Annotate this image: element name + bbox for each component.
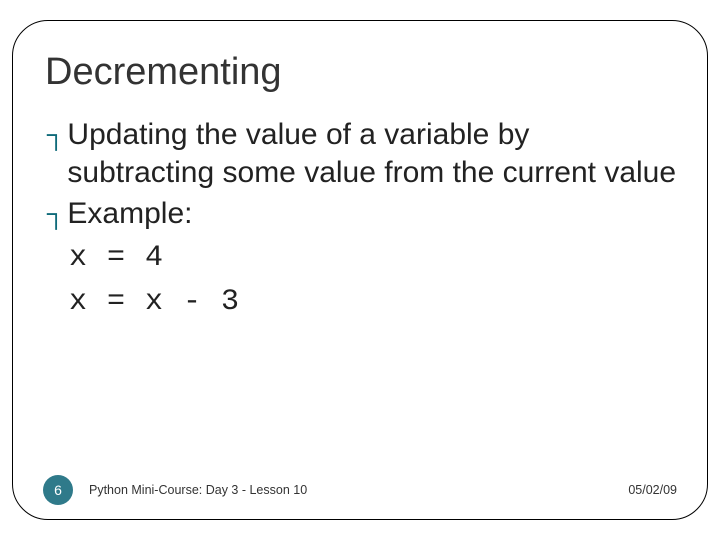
- code-line: x = x - 3: [69, 281, 679, 325]
- bullet-item: ┐ Example:: [47, 195, 679, 233]
- slide-footer: 6 Python Mini-Course: Day 3 - Lesson 10 …: [13, 475, 707, 505]
- bullet-text: Updating the value of a variable by subt…: [67, 116, 679, 193]
- course-label: Python Mini-Course: Day 3 - Lesson 10: [89, 483, 307, 497]
- date-label: 05/02/09: [628, 483, 677, 497]
- slide-frame: Decrementing ┐ Updating the value of a v…: [12, 20, 708, 520]
- bullet-list: ┐ Updating the value of a variable by su…: [47, 116, 679, 233]
- page-number: 6: [54, 482, 62, 498]
- bullet-item: ┐ Updating the value of a variable by su…: [47, 116, 679, 193]
- bullet-glyph-icon: ┐: [47, 195, 65, 231]
- page-number-badge: 6: [43, 475, 73, 505]
- code-block: x = 4 x = x - 3: [69, 237, 679, 324]
- code-line: x = 4: [69, 237, 679, 281]
- bullet-text: Example:: [67, 195, 679, 233]
- slide-title: Decrementing: [45, 51, 679, 94]
- bullet-glyph-icon: ┐: [47, 116, 65, 152]
